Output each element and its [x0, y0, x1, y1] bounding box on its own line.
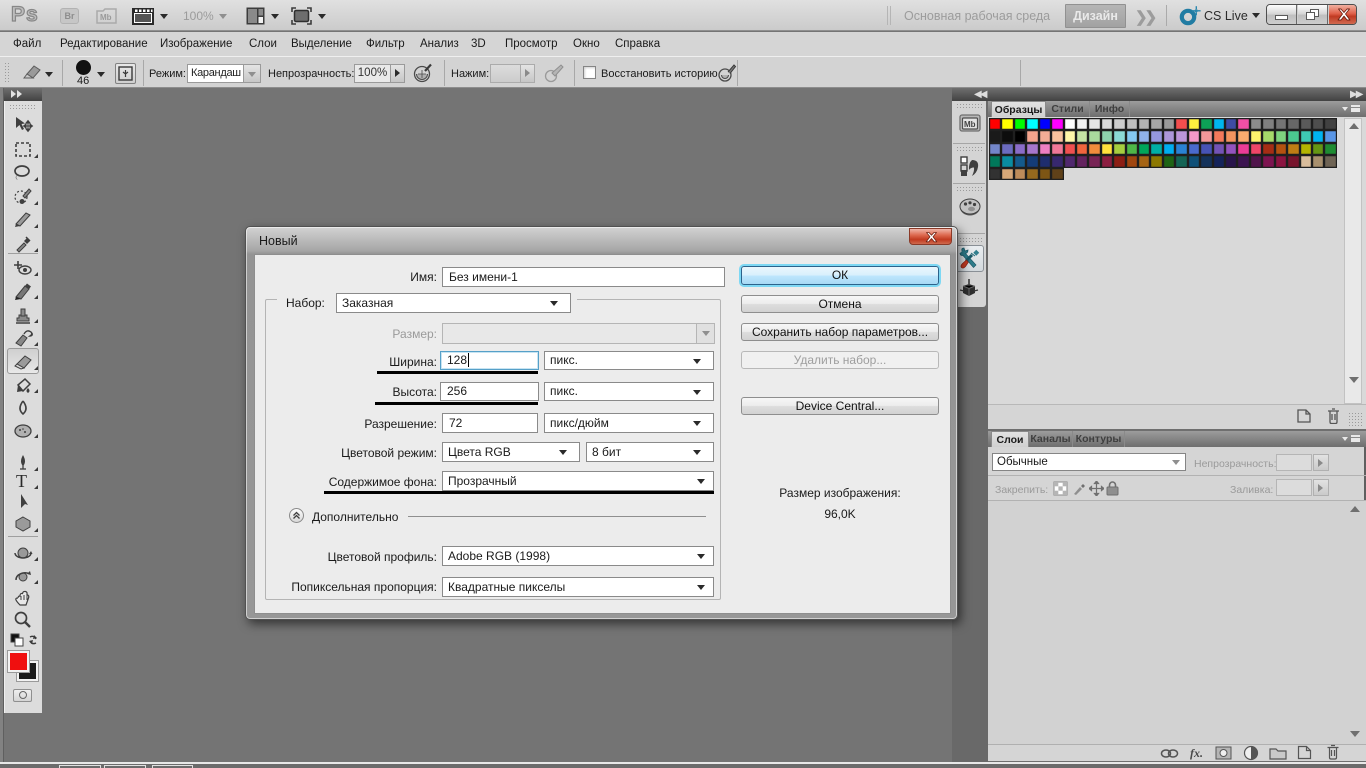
- svg-text:Mb: Mb: [964, 120, 976, 129]
- svg-text:Mb: Mb: [100, 13, 112, 22]
- svg-text:T: T: [16, 471, 27, 490]
